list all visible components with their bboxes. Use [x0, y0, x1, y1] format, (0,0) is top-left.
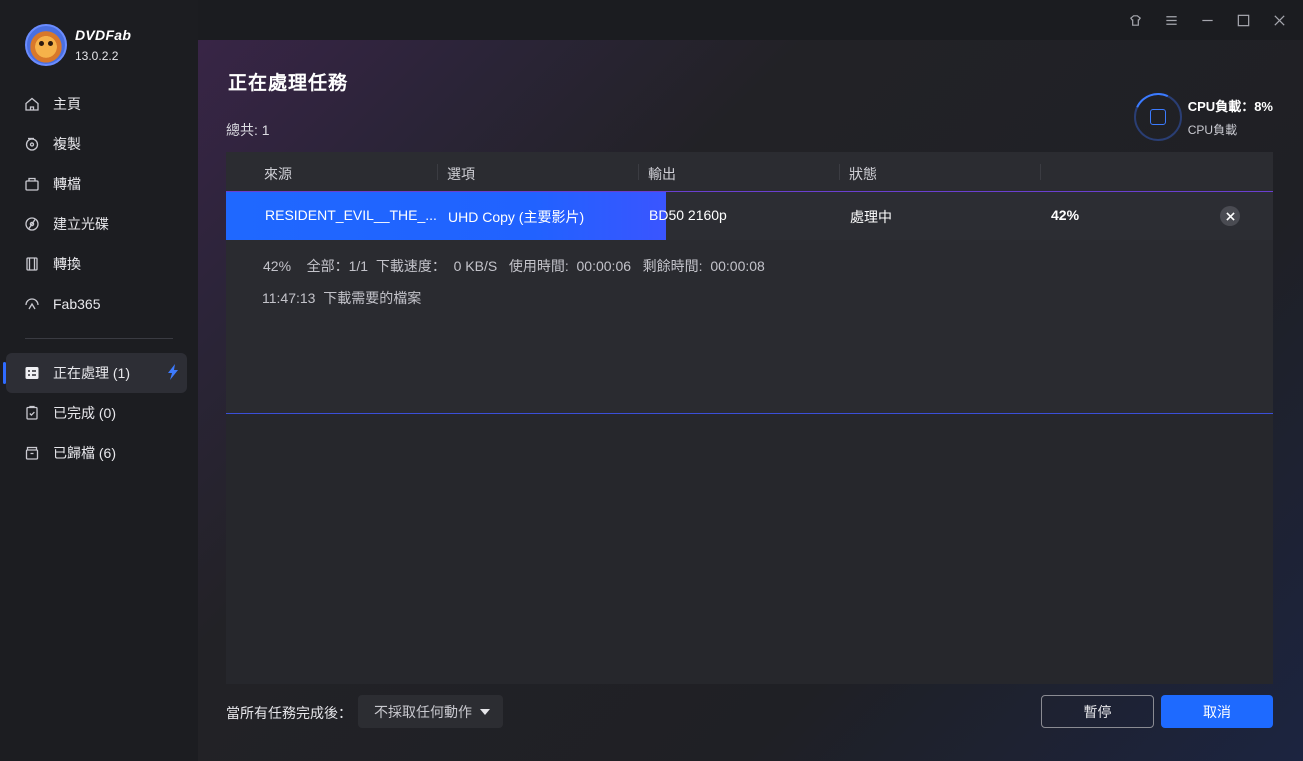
page-title: 正在處理任務	[228, 72, 349, 94]
column-header-source: 來源	[264, 166, 292, 182]
sidebar-divider	[25, 338, 173, 339]
table-row[interactable]: RESIDENT_EVIL__THE_... UHD Copy (主要影片) B…	[226, 191, 1273, 240]
close-icon[interactable]	[1269, 10, 1289, 30]
sidebar-item-label: 轉檔	[53, 176, 81, 192]
task-detail: 42% 全部：1/1 下載速度： 0 KB/S 使用時間: 00:00:06 剩…	[226, 240, 1273, 414]
sidebar-item-archived[interactable]: 已歸檔 (6)	[0, 433, 198, 473]
remove-task-button[interactable]	[1220, 206, 1240, 226]
main-content: 正在處理任務 總共: 1 CPU負載：8% CPU負載 來源 選項 輸出 狀態 …	[198, 0, 1303, 761]
task-status: 處理中	[850, 209, 892, 225]
app-name: DVDFab	[75, 27, 132, 43]
clipboard-check-icon	[24, 405, 40, 421]
cpu-load-title: CPU負載：8%	[1187, 99, 1273, 114]
task-percent: 42%	[1051, 207, 1080, 223]
sidebar-item-label: 複製	[53, 136, 81, 152]
task-output: BD50 2160p	[649, 207, 727, 223]
sidebar-nav: 主頁 複製 轉檔 建立光碟 轉換 Fab365 正在處理 (1) 已完成 (0)…	[0, 84, 198, 473]
column-header-output: 輸出	[648, 166, 676, 182]
cancel-button[interactable]: 取消	[1161, 695, 1273, 728]
column-separator	[839, 164, 840, 180]
dvdfab-logo	[25, 24, 67, 66]
task-panel: 來源 選項 輸出 狀態 RESIDENT_EVIL__THE_... UHD C…	[226, 152, 1273, 684]
sidebar-item-label: 已完成 (0)	[53, 405, 116, 421]
sidebar-item-converter[interactable]: 轉換	[0, 244, 198, 284]
create-disc-icon	[24, 216, 40, 232]
caret-down-icon	[480, 708, 490, 715]
column-header-option: 選項	[447, 166, 475, 182]
task-list-icon	[24, 365, 40, 381]
cpu-gauge	[1133, 93, 1182, 141]
archive-icon	[24, 445, 40, 461]
window-controls	[1125, 10, 1289, 30]
title-bar	[198, 0, 1303, 40]
pause-button[interactable]: 暫停	[1041, 695, 1154, 728]
sidebar-item-fab365[interactable]: Fab365	[0, 284, 198, 324]
maximize-icon[interactable]	[1233, 10, 1253, 30]
task-source: RESIDENT_EVIL__THE_...	[265, 207, 437, 223]
task-detail-log: 11:47:13 下載需要的檔案	[262, 290, 422, 306]
sidebar-item-completed[interactable]: 已完成 (0)	[0, 393, 198, 433]
task-option: UHD Copy (主要影片)	[448, 209, 585, 225]
film-icon	[24, 256, 40, 272]
sidebar-item-label: Fab365	[53, 296, 101, 312]
sidebar-item-home[interactable]: 主頁	[0, 84, 198, 124]
task-detail-stats: 42% 全部：1/1 下載速度： 0 KB/S 使用時間: 00:00:06 剩…	[263, 258, 765, 274]
sidebar: DVDFab 13.0.2.2 主頁 複製 轉檔 建立光碟 轉換 Fab365 …	[0, 0, 198, 761]
column-separator	[437, 164, 438, 180]
cpu-load-subtitle: CPU負載	[1187, 123, 1238, 137]
after-completion-label: 當所有任務完成後：	[226, 705, 352, 721]
total-count: 總共: 1	[226, 122, 270, 138]
cpu-chip-icon	[1149, 109, 1166, 125]
convert-icon	[24, 176, 40, 192]
close-icon	[1225, 211, 1235, 221]
after-completion-dropdown[interactable]: 不採取任何動作	[358, 695, 503, 728]
skin-icon[interactable]	[1125, 10, 1145, 30]
app-version: 13.0.2.2	[75, 49, 119, 63]
cpu-load-widget: CPU負載：8% CPU負載	[1133, 93, 1273, 141]
sidebar-item-label: 轉換	[53, 256, 81, 272]
sidebar-item-ripper[interactable]: 轉檔	[0, 164, 198, 204]
sidebar-item-label: 建立光碟	[53, 216, 109, 232]
sidebar-item-label: 正在處理 (1)	[53, 365, 130, 381]
home-icon	[24, 96, 40, 112]
copy-disc-icon	[24, 136, 40, 152]
menu-icon[interactable]	[1161, 10, 1181, 30]
sidebar-item-label: 已歸檔 (6)	[53, 445, 116, 461]
sidebar-item-processing[interactable]: 正在處理 (1)	[3, 353, 187, 393]
minimize-icon[interactable]	[1197, 10, 1217, 30]
fab365-icon	[24, 296, 40, 312]
sidebar-item-creator[interactable]: 建立光碟	[0, 204, 198, 244]
column-separator	[638, 164, 639, 180]
column-separator	[1040, 164, 1041, 180]
column-header-status: 狀態	[849, 166, 877, 182]
after-completion-value: 不採取任何動作	[374, 703, 472, 720]
table-header: 來源 選項 輸出 狀態	[226, 152, 1273, 191]
lightning-icon	[165, 364, 181, 384]
sidebar-item-label: 主頁	[53, 96, 81, 112]
brand: DVDFab 13.0.2.2	[25, 24, 131, 66]
sidebar-item-copy[interactable]: 複製	[0, 124, 198, 164]
